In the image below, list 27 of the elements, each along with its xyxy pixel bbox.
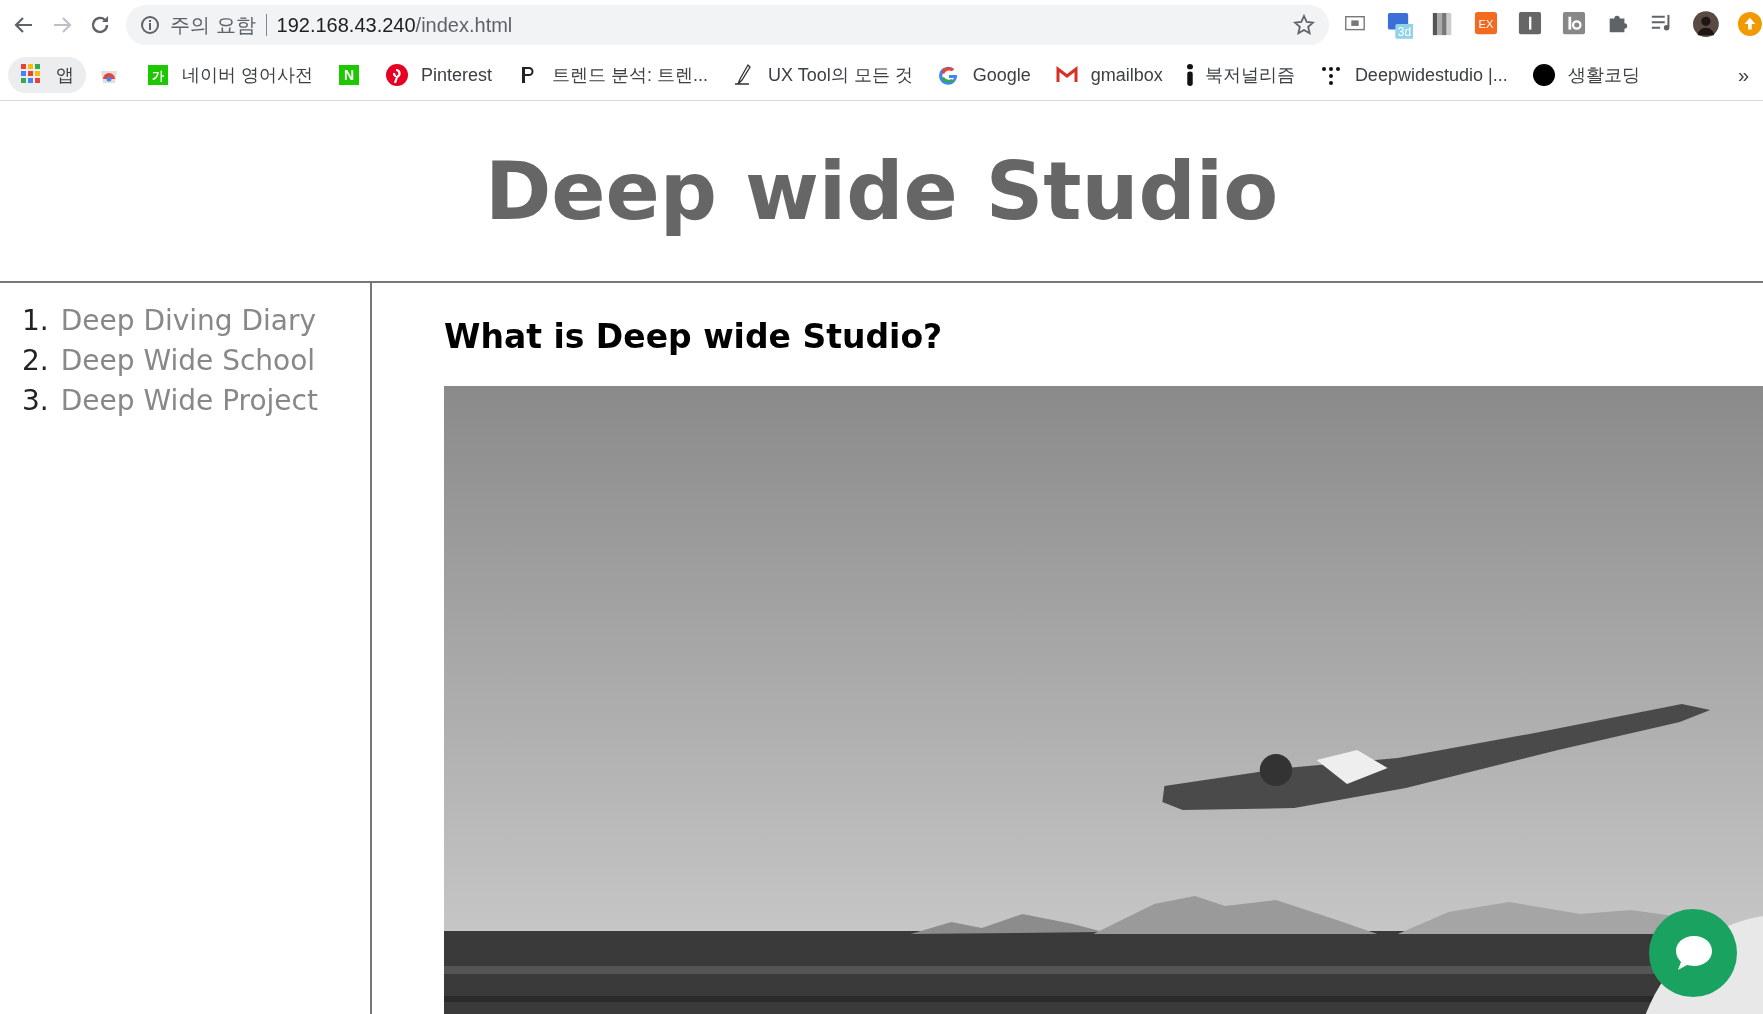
bookmark-item[interactable]: 트렌드 분석: 트렌... bbox=[504, 57, 721, 93]
list-number: 2. bbox=[22, 343, 49, 379]
dictionary-icon: 가 bbox=[146, 63, 170, 87]
bookmark-item[interactable]: Pinterest bbox=[373, 57, 505, 93]
pinterest-icon bbox=[385, 63, 409, 87]
circle-icon bbox=[1531, 63, 1556, 87]
site-title: Deep wide Studio bbox=[0, 101, 1763, 283]
list-number: 3. bbox=[22, 383, 49, 419]
bookmark-item[interactable]: gmailbox bbox=[1042, 57, 1175, 93]
info-icon bbox=[1186, 64, 1193, 86]
bookmark-item[interactable]: UX Tool의 모든 것 bbox=[720, 57, 925, 93]
bookmark-item[interactable]: Google bbox=[924, 57, 1043, 93]
bookmark-item[interactable]: 생활코딩 bbox=[1519, 57, 1652, 93]
bookmark-item[interactable]: 북저널리즘 bbox=[1174, 57, 1307, 93]
section-heading: What is Deep wide Studio? bbox=[444, 317, 944, 356]
nav-link[interactable]: Deep Wide School bbox=[60, 341, 316, 381]
nav-link[interactable]: Deep Wide Project bbox=[60, 381, 318, 421]
address-bar[interactable]: 주의 요함 192.168.43.240/index.html bbox=[126, 5, 1329, 45]
info-icon bbox=[140, 15, 160, 35]
more-bookmarks-button[interactable]: » bbox=[1737, 63, 1755, 87]
bookmark-item[interactable]: 가 네이버 영어사전 bbox=[134, 57, 325, 93]
nav-link[interactable]: Deep Diving Diary bbox=[60, 301, 317, 341]
list-number: 1. bbox=[22, 303, 49, 339]
bookmark-item[interactable]: 앱 bbox=[8, 57, 86, 93]
avatar-icon[interactable] bbox=[1693, 10, 1720, 40]
star-icon[interactable] bbox=[1293, 14, 1315, 36]
bookmark-item[interactable]: Deepwidestudio |... bbox=[1306, 57, 1520, 93]
